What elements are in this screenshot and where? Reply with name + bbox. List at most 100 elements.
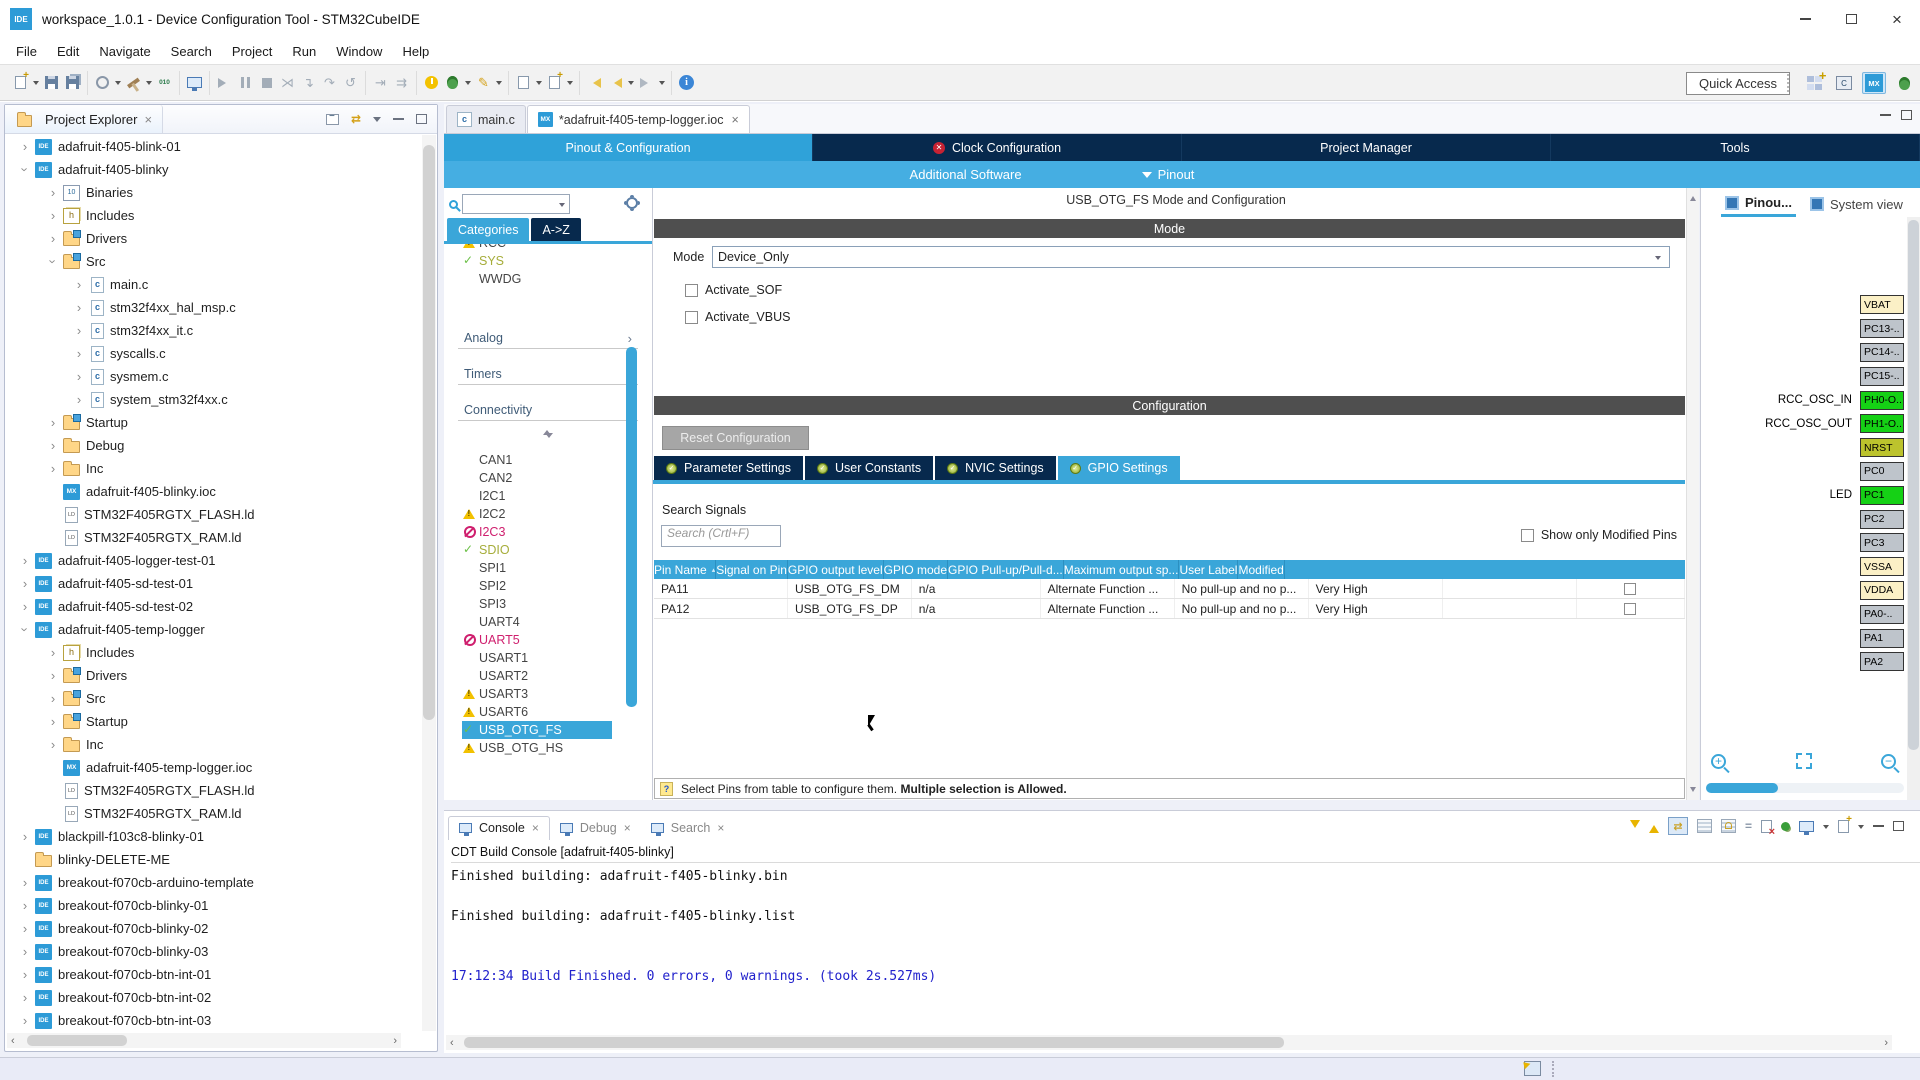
column-header[interactable]: Pin Name bbox=[654, 560, 717, 579]
expand-arrow-icon[interactable] bbox=[17, 622, 33, 637]
expand-arrow-icon[interactable] bbox=[17, 576, 33, 591]
tree-item[interactable]: Inc bbox=[5, 457, 421, 480]
peripheral-item[interactable]: › bbox=[444, 421, 652, 445]
expand-arrow-icon[interactable] bbox=[71, 277, 87, 292]
tree-item[interactable]: STM32F405RGTX_FLASH.ld bbox=[5, 503, 421, 526]
activate-sof-checkbox[interactable] bbox=[685, 283, 698, 297]
pin[interactable]: PC13-.. bbox=[1860, 319, 1904, 339]
expand-arrow-icon[interactable] bbox=[17, 944, 33, 959]
expand-arrow-icon[interactable] bbox=[17, 553, 33, 568]
expand-arrow-icon[interactable] bbox=[17, 967, 33, 982]
expand-arrow-icon[interactable] bbox=[17, 875, 33, 890]
console-tab[interactable]: Console × bbox=[448, 816, 550, 840]
tree-item[interactable]: Drivers bbox=[5, 664, 421, 687]
scroll-up-icon[interactable] bbox=[1648, 820, 1659, 833]
tree-item[interactable]: adafruit-f405-sd-test-02 bbox=[5, 595, 421, 618]
activate-vbus-checkbox[interactable] bbox=[685, 310, 698, 324]
expand-arrow-icon[interactable] bbox=[17, 1013, 33, 1028]
minimize-window-button[interactable] bbox=[1782, 0, 1828, 38]
project-explorer-horizontal-scrollbar[interactable]: ‹ › bbox=[7, 1033, 401, 1048]
peripheral-item[interactable]: USART6 › bbox=[462, 703, 612, 721]
tree-item[interactable]: adafruit-f405-sd-test-01 bbox=[5, 572, 421, 595]
peripheral-item[interactable]: UART4 › bbox=[462, 613, 612, 631]
tree-item[interactable]: syscalls.c bbox=[5, 342, 421, 365]
maximize-console-icon[interactable] bbox=[1893, 821, 1904, 831]
column-header[interactable]: User Label bbox=[1179, 560, 1239, 579]
expand-arrow-icon[interactable] bbox=[17, 921, 33, 936]
binary-icon[interactable]: 010 bbox=[156, 74, 173, 92]
scroll-down-icon[interactable] bbox=[1629, 819, 1640, 833]
tree-item[interactable]: Includes bbox=[5, 641, 421, 664]
peripheral-item[interactable]: USB_OTG_HS › bbox=[462, 739, 612, 757]
tree-item[interactable]: breakout-f070cb-btn-int-01 bbox=[5, 963, 421, 986]
expand-arrow-icon[interactable] bbox=[71, 392, 87, 407]
tree-item[interactable]: Startup bbox=[5, 411, 421, 434]
tree-item[interactable]: blackpill-f103c8-blinky-01 bbox=[5, 825, 421, 848]
program-dropdown-icon[interactable] bbox=[496, 81, 502, 88]
expand-arrow-icon[interactable] bbox=[45, 231, 61, 246]
line-wrap-icon[interactable]: = bbox=[1745, 819, 1752, 833]
step-return-icon[interactable]: ↺ bbox=[342, 74, 359, 92]
expand-arrow-icon[interactable] bbox=[45, 461, 61, 476]
config-tab[interactable]: ✕ Clock Configuration bbox=[813, 134, 1182, 161]
tree-item[interactable]: Includes bbox=[5, 204, 421, 227]
console-tab[interactable]: Debug × bbox=[550, 817, 641, 840]
pinout-vertical-scrollbar[interactable] bbox=[1907, 217, 1920, 800]
menu-item[interactable]: File bbox=[6, 41, 47, 62]
console-monitor-icon[interactable] bbox=[186, 74, 203, 92]
tree-item[interactable]: adafruit-f405-temp-logger.ioc bbox=[5, 756, 421, 779]
expand-arrow-icon[interactable] bbox=[17, 829, 33, 844]
tree-item[interactable]: adafruit-f405-blinky.ioc bbox=[5, 480, 421, 503]
pinout-view-tab[interactable]: System view bbox=[1806, 191, 1907, 217]
menu-item[interactable]: Run bbox=[282, 41, 326, 62]
expand-arrow-icon[interactable] bbox=[45, 208, 61, 223]
tree-item[interactable]: STM32F405RGTX_RAM.ld bbox=[5, 526, 421, 549]
config-tab[interactable]: ✕ Pinout & Configuration bbox=[444, 134, 813, 161]
pin[interactable]: PC14-.. bbox=[1860, 342, 1904, 362]
display-selected-console-icon[interactable] bbox=[1799, 820, 1814, 835]
peripheral-item[interactable]: I2C3 › bbox=[462, 523, 612, 541]
open-perspective-icon[interactable] bbox=[1802, 68, 1826, 94]
new-wizard-icon[interactable] bbox=[12, 70, 29, 92]
expand-arrow-icon[interactable] bbox=[45, 185, 61, 200]
show-console-on-output-icon[interactable]: ⇄ bbox=[1667, 817, 1688, 835]
view-menu-icon[interactable] bbox=[373, 116, 381, 126]
tree-item[interactable]: breakout-f070cb-arduino-template bbox=[5, 871, 421, 894]
tree-item[interactable]: STM32F405RGTX_RAM.ld bbox=[5, 802, 421, 825]
reset-configuration-button[interactable]: Reset Configuration bbox=[662, 426, 809, 450]
expand-arrow-icon[interactable] bbox=[17, 139, 33, 154]
column-header[interactable]: GPIO mode bbox=[884, 560, 948, 579]
tree-item[interactable]: system_stm32f4xx.c bbox=[5, 388, 421, 411]
disconnect-icon[interactable]: ⋊ bbox=[279, 74, 296, 92]
external-tools-icon[interactable] bbox=[94, 74, 111, 92]
tree-item[interactable]: stm32f4xx_hal_msp.c bbox=[5, 296, 421, 319]
tree-item[interactable]: adafruit-f405-blink-01 bbox=[5, 135, 421, 158]
peripheral-list-scrollbar[interactable] bbox=[626, 347, 637, 707]
display-console-dropdown-icon[interactable] bbox=[1823, 824, 1829, 832]
pin[interactable]: VDDA bbox=[1860, 580, 1904, 600]
signals-search-input[interactable]: Search (Crtl+F) bbox=[661, 525, 781, 547]
config-tab[interactable]: ✕ Tools bbox=[1551, 134, 1920, 161]
forward-dropdown-icon[interactable] bbox=[659, 81, 665, 88]
peripheral-item[interactable]: SYS › bbox=[462, 252, 612, 270]
pin[interactable]: PC2 bbox=[1860, 509, 1904, 529]
gpio-table-row[interactable]: PA11 USB_OTG_FS_DM n/a Alternate Functio… bbox=[654, 579, 1685, 599]
status-tray-icon[interactable] bbox=[1524, 1061, 1541, 1076]
peripheral-item[interactable]: SPI3 › bbox=[462, 595, 612, 613]
back-icon[interactable] bbox=[607, 74, 624, 92]
additional-software-dropdown[interactable]: Additional Software bbox=[910, 167, 1022, 182]
coverage-icon[interactable] bbox=[515, 74, 532, 92]
profile-icon[interactable] bbox=[546, 70, 563, 92]
pin[interactable]: PC15-.. bbox=[1860, 366, 1904, 386]
close-tab-icon[interactable]: × bbox=[732, 113, 739, 127]
peripheral-item[interactable]: UART5 › bbox=[462, 631, 612, 649]
close-console-icon[interactable]: × bbox=[624, 821, 631, 835]
terminate-icon[interactable] bbox=[258, 74, 275, 92]
new-dropdown-icon[interactable] bbox=[33, 81, 39, 88]
external-tools-dropdown-icon[interactable] bbox=[115, 81, 121, 88]
console-tab[interactable]: Search × bbox=[641, 817, 735, 840]
tree-item[interactable]: Startup bbox=[5, 710, 421, 733]
menu-item[interactable]: Navigate bbox=[89, 41, 160, 62]
peripheral-list-tab[interactable]: A->Z bbox=[531, 218, 581, 241]
clear-console-icon[interactable] bbox=[1761, 819, 1775, 838]
